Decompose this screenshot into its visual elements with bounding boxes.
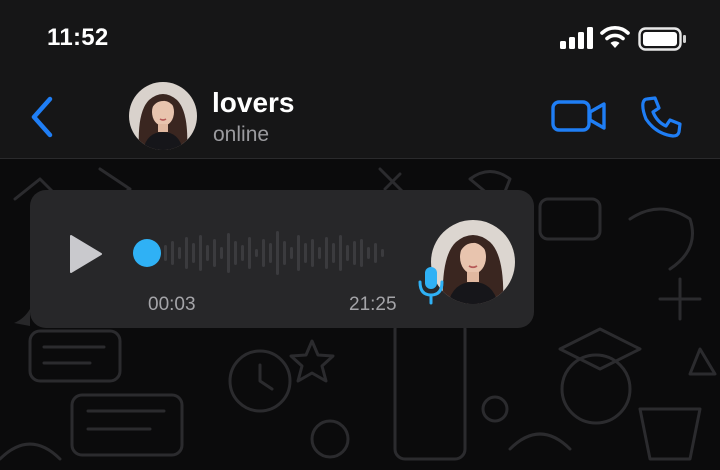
signal-bars-icon bbox=[560, 27, 594, 54]
battery-icon bbox=[638, 27, 688, 56]
phone-icon bbox=[641, 96, 682, 138]
video-camera-icon bbox=[551, 100, 606, 132]
wifi-icon bbox=[600, 25, 630, 54]
contact-name[interactable]: lovers bbox=[212, 87, 295, 119]
contact-avatar[interactable] bbox=[129, 82, 197, 150]
contact-status: online bbox=[213, 123, 270, 146]
message-timestamp: 21:25 bbox=[349, 294, 397, 315]
chevron-left-icon bbox=[31, 96, 53, 138]
bubble-tail bbox=[14, 309, 30, 326]
video-call-button[interactable] bbox=[550, 96, 608, 136]
playback-scrubber[interactable] bbox=[133, 239, 161, 267]
voice-call-button[interactable] bbox=[638, 94, 684, 140]
status-bar: 11:52 bbox=[0, 0, 720, 78]
play-icon bbox=[70, 235, 102, 273]
play-button[interactable] bbox=[66, 232, 106, 276]
status-time: 11:52 bbox=[47, 24, 109, 51]
voice-duration: 00:03 bbox=[148, 294, 196, 315]
back-button[interactable] bbox=[26, 94, 60, 140]
chat-header: lovers online bbox=[0, 78, 720, 159]
microphone-icon bbox=[416, 265, 446, 310]
audio-waveform[interactable] bbox=[160, 225, 392, 281]
